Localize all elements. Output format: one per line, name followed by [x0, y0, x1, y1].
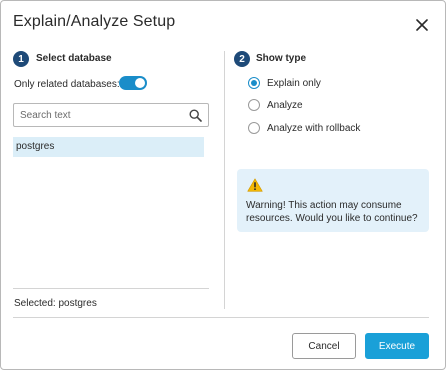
database-search — [13, 103, 209, 127]
radio-label: Analyze — [267, 99, 303, 111]
step-2-title: Show type — [256, 53, 307, 64]
radio-button[interactable] — [248, 99, 260, 111]
close-icon — [416, 19, 428, 31]
radio-explain-only[interactable]: Explain only — [248, 76, 321, 90]
search-icon[interactable] — [189, 109, 202, 122]
toggle-knob — [135, 78, 145, 88]
dialog-title: Explain/Analyze Setup — [13, 13, 176, 30]
selected-database-text: Selected: postgres — [14, 298, 97, 309]
step-1-badge: 1 — [13, 51, 29, 67]
warning-icon — [247, 178, 263, 192]
radio-analyze[interactable]: Analyze — [248, 98, 303, 112]
left-divider — [13, 288, 209, 289]
radio-label: Explain only — [267, 77, 321, 89]
column-divider — [224, 51, 225, 309]
cancel-button[interactable]: Cancel — [292, 333, 356, 359]
footer-divider — [13, 317, 429, 318]
related-databases-label: Only related databases: — [14, 79, 120, 90]
database-list-item[interactable]: postgres — [13, 137, 204, 157]
search-input[interactable] — [20, 108, 180, 123]
related-databases-toggle[interactable] — [119, 76, 147, 90]
execute-button[interactable]: Execute — [365, 333, 429, 359]
radio-button[interactable] — [248, 122, 260, 134]
explain-analyze-dialog: Explain/Analyze Setup 1 Select database … — [0, 0, 446, 370]
warning-message: Warning! This action may consume resourc… — [246, 200, 418, 224]
radio-button-checked[interactable] — [248, 77, 260, 89]
step-1-title: Select database — [36, 53, 112, 64]
step-2-badge: 2 — [234, 51, 250, 67]
radio-analyze-with-rollback[interactable]: Analyze with rollback — [248, 121, 360, 135]
radio-label: Analyze with rollback — [267, 122, 361, 134]
warning-panel: Warning! This action may consume resourc… — [237, 169, 429, 232]
close-button[interactable] — [409, 12, 435, 38]
